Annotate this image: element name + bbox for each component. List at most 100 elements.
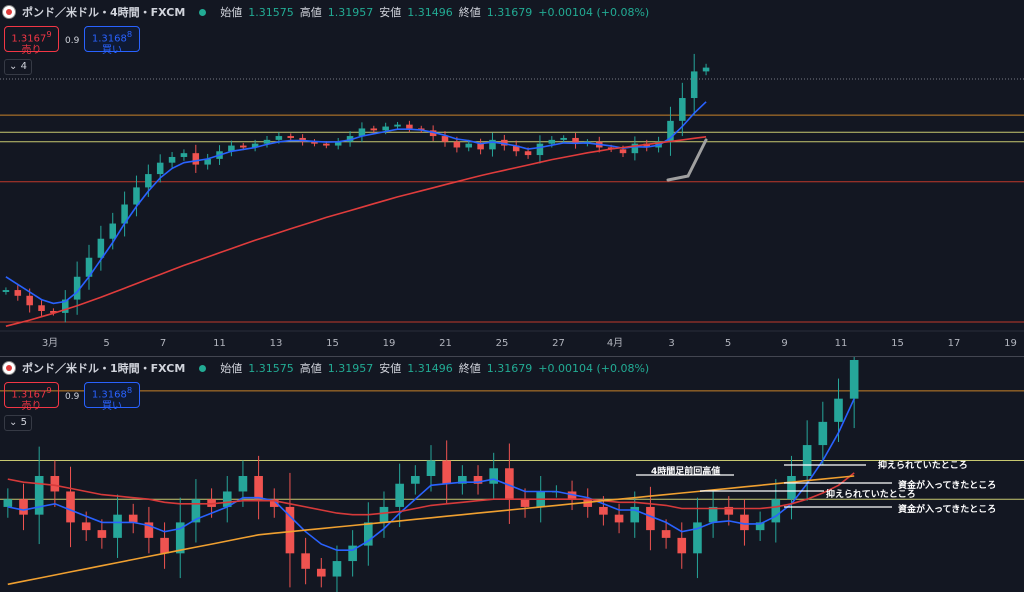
market-open-icon bbox=[199, 364, 207, 372]
candle-body bbox=[113, 514, 122, 538]
spread-value: 0.9 bbox=[65, 36, 80, 46]
low-value: 1.31496 bbox=[407, 5, 453, 19]
candle-body bbox=[301, 553, 310, 569]
candle-body bbox=[97, 530, 107, 538]
candle-body bbox=[442, 460, 451, 484]
candle-body bbox=[453, 141, 461, 148]
candle-body bbox=[14, 290, 22, 296]
buy-price-sup: 8 bbox=[126, 29, 133, 39]
candle-body bbox=[323, 143, 330, 146]
candle-body bbox=[394, 124, 401, 127]
candle-body bbox=[160, 537, 169, 554]
chart-1h-canvas[interactable] bbox=[0, 356, 1024, 592]
candle-body bbox=[254, 476, 263, 500]
low-label: 安値 bbox=[379, 6, 402, 19]
candle-body bbox=[395, 483, 404, 507]
candle-body bbox=[560, 137, 567, 140]
candle-body bbox=[156, 162, 164, 175]
candle-body bbox=[740, 514, 749, 531]
candle-body bbox=[818, 421, 828, 446]
buy-button[interactable]: 1.31688 買い bbox=[84, 382, 140, 412]
candle-body bbox=[81, 522, 91, 531]
x-tick-label: 3 bbox=[668, 338, 674, 349]
candle-body bbox=[109, 223, 116, 239]
chart-4h-pane[interactable]: 3月 5 7 11 13 15 19 21 25 27 4月 3 5 9 11 15 17 19 ポンド／米ドル・… bbox=[0, 0, 1024, 352]
sell-button[interactable]: 1.31679 売り bbox=[4, 382, 59, 412]
chart-4h-title: ポンド／米ドル・4時間・FXCM bbox=[22, 6, 186, 19]
candle-body bbox=[38, 305, 45, 311]
candle-body bbox=[332, 561, 342, 577]
x-tick-label: 9 bbox=[781, 338, 787, 349]
x-tick-label: 5 bbox=[725, 338, 731, 349]
candle-body bbox=[287, 136, 294, 138]
close-label: 終値 bbox=[458, 6, 481, 19]
x-tick-label: 11 bbox=[835, 338, 848, 349]
candle-body bbox=[802, 445, 812, 476]
buy-label: 買い bbox=[102, 401, 122, 413]
indicators-toggle[interactable]: ⌄ 4 bbox=[4, 59, 32, 75]
candle-body bbox=[646, 506, 655, 531]
chart-4h-canvas[interactable]: 3月 5 7 11 13 15 19 21 25 27 4月 3 5 9 11 15 17 19 bbox=[0, 0, 1024, 352]
candle-body bbox=[97, 238, 105, 258]
close-value: 1.31679 bbox=[486, 5, 533, 19]
candle-body bbox=[34, 476, 44, 515]
close-label: 終値 bbox=[458, 362, 481, 375]
indicator-count: 4 bbox=[20, 61, 27, 72]
chart-1h-pane[interactable]: ポンド／米ドル・1時間・FXCM 始値 1.31575 高値 1.31957 安値 1… bbox=[0, 356, 1024, 592]
sell-label: 売り bbox=[21, 401, 42, 413]
candle-body bbox=[548, 139, 556, 144]
candle-body bbox=[619, 149, 627, 154]
candle-body bbox=[406, 124, 413, 129]
x-tick-label: 7 bbox=[160, 338, 166, 349]
candle-body bbox=[133, 187, 140, 205]
buy-price: 1.3168 bbox=[91, 389, 127, 401]
candle-body bbox=[520, 499, 530, 507]
candle-body bbox=[411, 476, 420, 484]
candle-body bbox=[19, 499, 28, 515]
chart-1h-title: ポンド／米ドル・1時間・FXCM bbox=[22, 362, 186, 375]
x-tick-label: 13 bbox=[270, 338, 283, 349]
high-value: 1.31957 bbox=[327, 361, 374, 375]
high-label: 高値 bbox=[299, 362, 322, 375]
candle-body bbox=[3, 499, 13, 507]
candle-body bbox=[702, 67, 710, 72]
candle-body bbox=[677, 537, 687, 554]
x-tick-label: 3月 bbox=[42, 337, 58, 349]
candle-body bbox=[2, 290, 10, 292]
candle-body bbox=[238, 476, 248, 492]
buy-price: 1.3168 bbox=[91, 33, 127, 45]
annotation-resisted-1: 抑えられていたところ bbox=[878, 461, 968, 471]
candle-body bbox=[771, 499, 781, 523]
x-tick-label: 21 bbox=[439, 338, 452, 349]
chart-1h-legend: ポンド／米ドル・1時間・FXCM 始値 1.31575 高値 1.31957 安値 1… bbox=[2, 360, 649, 376]
sell-price: 1.3167 bbox=[11, 389, 47, 401]
x-tick-label: 17 bbox=[948, 338, 961, 349]
open-value: 1.31575 bbox=[248, 361, 294, 375]
indicators-toggle[interactable]: ⌄ 5 bbox=[4, 415, 32, 431]
candle-body bbox=[168, 156, 176, 163]
candle-body bbox=[66, 491, 75, 523]
candle-body bbox=[787, 476, 796, 500]
sell-label: 売り bbox=[21, 45, 42, 57]
candle-body bbox=[489, 468, 499, 484]
x-tick-label: 25 bbox=[496, 338, 509, 349]
market-open-icon bbox=[199, 8, 207, 16]
candle-body bbox=[489, 139, 496, 150]
low-label: 安値 bbox=[379, 362, 402, 375]
moving-average-ema_slow bbox=[7, 475, 855, 586]
candle-body bbox=[536, 143, 544, 156]
candle-body bbox=[834, 398, 843, 422]
x-tick-label: 27 bbox=[552, 338, 565, 349]
low-value: 1.31496 bbox=[407, 361, 453, 375]
sell-price-sup: 9 bbox=[46, 385, 52, 395]
open-label: 始値 bbox=[220, 362, 243, 375]
candle-body bbox=[275, 136, 283, 140]
close-value: 1.31679 bbox=[486, 361, 533, 375]
buy-label: 買い bbox=[102, 45, 122, 57]
x-tick-label: 4月 bbox=[607, 337, 623, 349]
buy-button[interactable]: 1.31688 買い bbox=[84, 26, 140, 56]
chart-4h-legend: ポンド／米ドル・4時間・FXCM 始値 1.31575 高値 1.31957 安値 1… bbox=[2, 4, 649, 20]
sell-button[interactable]: 1.31679 売り bbox=[4, 26, 59, 56]
candle-body bbox=[240, 145, 247, 148]
candle-body bbox=[50, 476, 60, 492]
